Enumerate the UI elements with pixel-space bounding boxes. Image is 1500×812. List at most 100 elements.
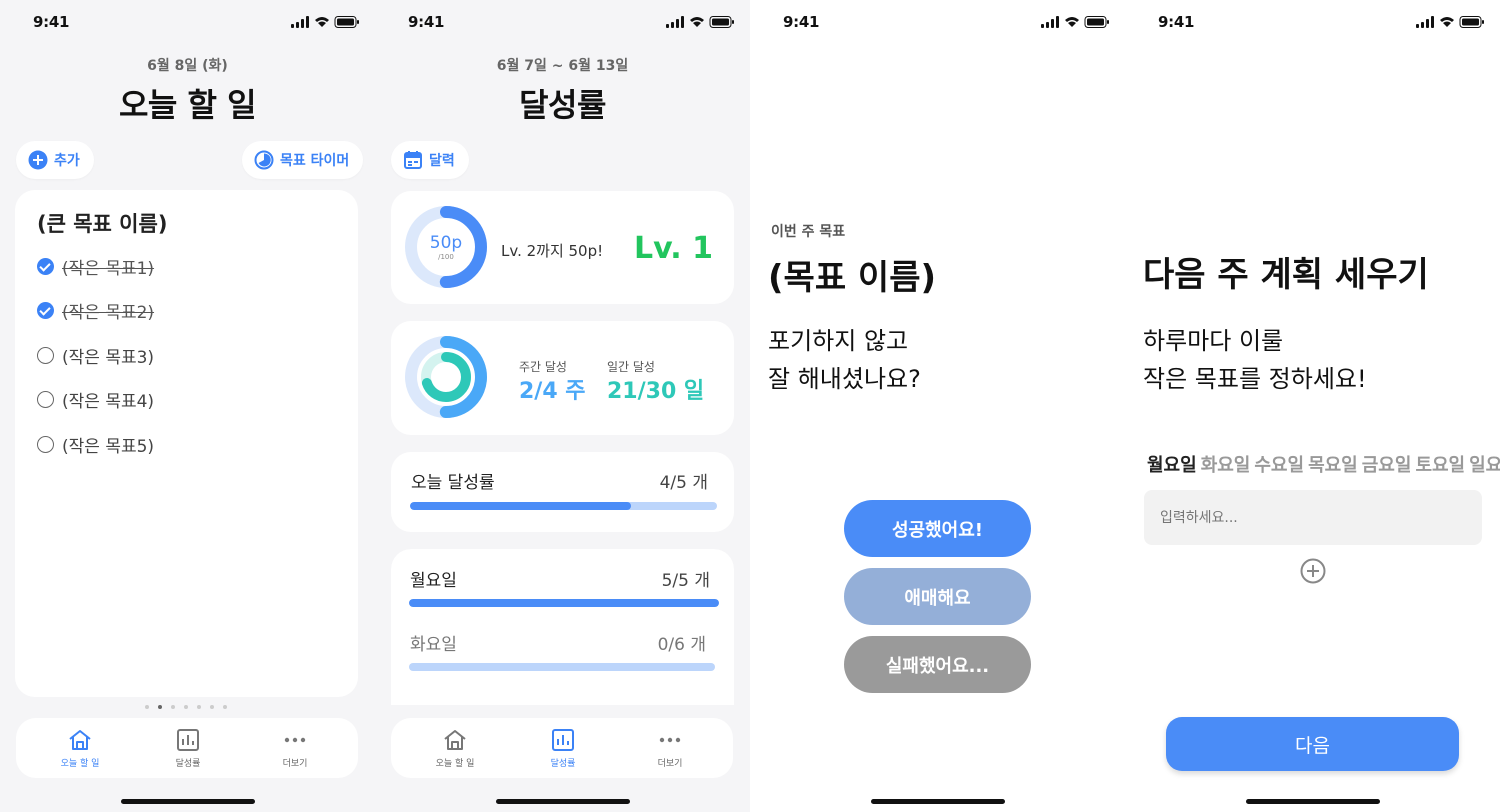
checked-checkbox-icon[interactable] [37,302,54,319]
achievement-card: 주간 달성 2/4 주 일간 달성 21/30 일 [391,321,734,435]
today-rate-card: 오늘 달성률 4/5 개 [391,452,734,532]
tab-more[interactable]: 더보기 [625,728,715,769]
status-time: 9:41 [1158,13,1195,31]
small-goal-input[interactable] [1144,490,1482,545]
plan-description-line2: 작은 목표를 정하세요! [1143,365,1367,393]
signal-wifi-battery-icon [666,16,734,28]
tab-stats[interactable]: 달성률 [143,728,233,769]
task-label: (작은 목표2) [62,303,155,323]
unchecked-checkbox-icon[interactable] [37,391,54,408]
plan-next-week-screen: 9:41 다음 주 계획 세우기 하루마다 이룰 작은 목표를 정하세요! 월요… [1125,0,1500,812]
day-progress-bar-mon [409,599,719,607]
weekday-tab[interactable]: 수요일 [1254,455,1304,476]
unchecked-checkbox-icon[interactable] [37,435,54,453]
status-bar: 9:41 [0,0,375,44]
stats-screen: 9:41 6월 7일 ~ 6월 13일 달성률 달력 50p /100 Lv. … [375,0,750,812]
status-time: 9:41 [33,13,70,31]
tab-more[interactable]: 더보기 [250,728,340,769]
home-indicator [1246,799,1380,804]
goal-name-title: (목표 이름) [768,258,937,298]
page-dot [171,705,175,709]
goal-timer-button[interactable]: 목표 타이머 [242,141,364,179]
tab-home[interactable]: 오늘 할 일 [410,728,500,769]
status-time: 9:41 [408,13,445,31]
points-max: /100 [438,253,454,261]
more-icon [659,737,681,743]
plus-circle-icon [28,150,48,170]
review-question-line2: 잘 해내셨나요? [768,365,921,393]
tab-more-label: 더보기 [657,759,683,769]
next-button[interactable]: 다음 [1166,717,1459,771]
task-item[interactable]: (작은 목표5) [37,432,155,457]
task-item[interactable]: (작은 목표1) [37,254,155,279]
plan-description: 하루마다 이룰 작은 목표를 정하세요! [1143,322,1367,398]
weekday-tab[interactable]: 화요일 [1201,455,1251,476]
weekday-tab[interactable]: 목요일 [1308,455,1358,476]
day-value-tue: 0/6 개 [657,635,706,655]
day-progress-bar-tue [409,663,715,671]
points-label: 50p /100 [404,233,488,261]
home-indicator [871,799,1005,804]
tab-home[interactable]: 오늘 할 일 [35,728,125,769]
tab-home-label: 오늘 할 일 [435,759,475,769]
status-time: 9:41 [783,13,820,31]
tab-stats-label: 달성률 [175,759,201,769]
calendar-button[interactable]: 달력 [391,141,469,179]
home-icon [69,730,91,750]
home-icon [444,730,466,750]
add-button[interactable]: 추가 [16,141,94,179]
weekday-tab[interactable]: 일요일 [1469,455,1500,476]
checked-checkbox-icon[interactable] [37,257,54,275]
task-item[interactable]: (작은 목표2) [37,299,154,323]
tab-home-label: 오늘 할 일 [60,759,100,769]
home-indicator [496,799,630,804]
page-title: 오늘 할 일 [118,86,257,124]
calendar-icon [404,151,422,169]
more-icon [284,737,306,743]
today-progress-fill [410,502,632,510]
task-item[interactable]: (작은 목표4) [37,388,154,412]
task-label: (작은 목표4) [62,392,155,412]
page-dot [223,705,227,709]
today-progress-bar [410,502,717,510]
bar-chart-icon [552,729,574,751]
daily-value: 21/30 일 [607,379,705,404]
task-item[interactable]: (작은 목표3) [37,343,155,368]
page-dot [158,705,162,709]
weekday-tab[interactable]: 금요일 [1362,455,1412,476]
page-indicator [145,705,227,709]
add-button-label: 추가 [54,153,80,169]
timer-icon [254,150,274,170]
bar-chart-icon [177,729,199,751]
signal-wifi-battery-icon [1041,16,1109,28]
unchecked-checkbox-icon[interactable] [37,346,54,364]
status-bar: 9:41 [750,0,1125,44]
review-question: 포기하지 않고 잘 해내셨나요? [768,322,921,398]
tab-stats[interactable]: 달성률 [518,728,608,769]
goal-card: (큰 목표 이름) (작은 목표1) (작은 목표2) (작은 목표3) (작은 목표… [15,190,358,697]
today-rate-label: 오늘 달성률 [411,473,495,493]
fail-button[interactable]: 실패했어요... [844,636,1031,693]
success-button[interactable]: 성공했어요! [844,500,1031,557]
page-title: 달성률 [519,86,606,124]
add-goal-icon[interactable] [1300,558,1326,584]
task-label: (작은 목표1) [62,258,155,279]
weekly-goal-subtitle: 이번 주 목표 [771,224,846,240]
day-label-tue: 화요일 [410,635,457,655]
tab-bar: 오늘 할 일 달성률 더보기 [391,718,733,778]
goal-timer-label: 목표 타이머 [280,153,350,169]
home-indicator [121,799,255,804]
next-level-text: Lv. 2까지 50p! [501,242,604,260]
status-bar: 9:41 [1125,0,1500,44]
page-dot [197,705,201,709]
signal-wifi-battery-icon [291,16,359,28]
weekday-tab[interactable]: 토요일 [1415,455,1465,476]
today-screen: 9:41 6월 8일 (화) 오늘 할 일 추가 목표 타이머 (큰 목표 이름… [0,0,375,812]
status-bar: 9:41 [375,0,750,44]
weekday-tab[interactable]: 월요일 [1147,455,1197,476]
weekly-review-screen: 9:41 이번 주 목표 (목표 이름) 포기하지 않고 잘 해내셨나요? 성공… [750,0,1125,812]
today-rate-value: 4/5 개 [659,473,708,493]
ambiguous-button[interactable]: 애매해요 [844,568,1031,625]
task-label: (작은 목표5) [62,436,155,457]
task-label: (작은 목표3) [62,347,155,368]
